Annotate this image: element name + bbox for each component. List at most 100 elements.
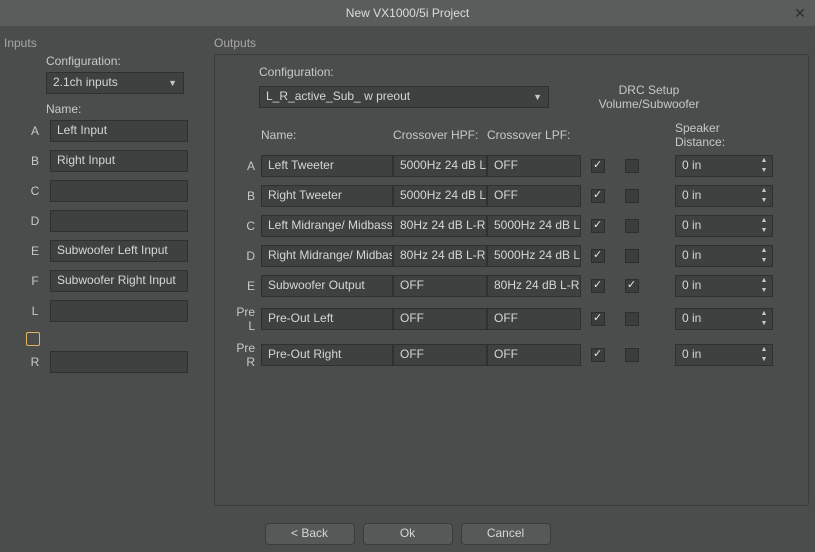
speaker-distance-stepper[interactable]: 0 in ▲ ▼ [675, 215, 773, 237]
input-name-field[interactable]: Subwoofer Right Input [50, 270, 188, 292]
stepper-up-icon[interactable]: ▲ [758, 187, 770, 195]
drc-volume-checkbox[interactable] [591, 312, 605, 326]
drc-subwoofer-checkbox[interactable] [625, 348, 639, 362]
output-channel-label: E [227, 279, 261, 293]
outputs-config-value: L_R_active_Sub_ w preout [266, 89, 410, 103]
link-lr-icon[interactable] [26, 332, 40, 346]
stepper-down-icon[interactable]: ▼ [758, 227, 770, 235]
drc-volume-checkbox[interactable] [591, 219, 605, 233]
drc-volume-checkbox[interactable] [591, 249, 605, 263]
crossover-lpf-field[interactable]: 5000Hz 24 dB L-R [487, 245, 581, 267]
cancel-button[interactable]: Cancel [461, 523, 551, 545]
stepper-down-icon[interactable]: ▼ [758, 257, 770, 265]
crossover-hpf-field[interactable]: 80Hz 24 dB L-R [393, 215, 487, 237]
speaker-distance-value: 0 in [682, 158, 701, 172]
inputs-name-label: Name: [46, 102, 210, 116]
crossover-hpf-field[interactable]: 80Hz 24 dB L-R [393, 245, 487, 267]
input-channel-label: D [24, 214, 46, 228]
crossover-hpf-field[interactable]: OFF [393, 275, 487, 297]
drc-subwoofer-checkbox[interactable] [625, 219, 639, 233]
input-name-field[interactable]: Left Input [50, 120, 188, 142]
drc-subwoofer-checkbox[interactable] [625, 312, 639, 326]
stepper-down-icon[interactable]: ▼ [758, 356, 770, 364]
stepper-up-icon[interactable]: ▲ [758, 247, 770, 255]
stepper-down-icon[interactable]: ▼ [758, 197, 770, 205]
back-button[interactable]: < Back [265, 523, 355, 545]
drc-subwoofer-checkbox[interactable] [625, 249, 639, 263]
stepper-up-icon[interactable]: ▲ [758, 217, 770, 225]
drc-volume-checkbox[interactable] [591, 348, 605, 362]
stepper-up-icon[interactable]: ▲ [758, 310, 770, 318]
output-name-field[interactable]: Right Tweeter [261, 185, 393, 207]
input-row: R [0, 351, 210, 373]
output-name-field[interactable]: Pre-Out Right [261, 344, 393, 366]
input-row: BRight Input [0, 150, 210, 172]
header-hpf: Crossover HPF: [393, 128, 487, 142]
inputs-config-label: Configuration: [46, 54, 210, 68]
input-name-field[interactable] [50, 351, 188, 373]
drc-subwoofer-checkbox[interactable] [625, 159, 639, 173]
speaker-distance-stepper[interactable]: 0 in ▲ ▼ [675, 155, 773, 177]
outputs-config-combo[interactable]: L_R_active_Sub_ w preout ▼ [259, 86, 549, 108]
input-name-field[interactable]: Subwoofer Left Input [50, 240, 188, 262]
speaker-distance-stepper[interactable]: 0 in▲▼ [675, 185, 773, 207]
stepper-down-icon[interactable]: ▼ [758, 320, 770, 328]
output-name-field[interactable]: Subwoofer Output [261, 275, 393, 297]
speaker-distance-stepper[interactable]: 0 in ▲ ▼ [675, 275, 773, 297]
outputs-config-label: Configuration: [259, 65, 796, 79]
output-channel-label: C [227, 219, 261, 233]
input-row: F Subwoofer Right Input [0, 270, 210, 292]
speaker-distance-stepper[interactable]: 0 in ▲ ▼ [675, 308, 773, 330]
input-channel-label: F [24, 274, 46, 288]
crossover-lpf-field[interactable]: OFF [487, 155, 581, 177]
input-name-field[interactable] [50, 210, 188, 232]
stepper-up-icon[interactable]: ▲ [758, 346, 770, 354]
stepper-down-icon[interactable]: ▼ [758, 287, 770, 295]
crossover-lpf-field[interactable]: 80Hz 24 dB L-R [487, 275, 581, 297]
inputs-config-combo[interactable]: 2.1ch inputs ▼ [46, 72, 184, 94]
crossover-hpf-field[interactable]: 5000Hz 24 dB L-R [393, 185, 487, 207]
crossover-hpf-field[interactable]: OFF [393, 344, 487, 366]
output-name-field[interactable]: Right Midrange/ Midbass [261, 245, 393, 267]
drc-volume-checkbox[interactable] [591, 159, 605, 173]
speaker-distance-value: 0 in [682, 218, 701, 232]
output-channel-label: Pre R [227, 341, 261, 369]
speaker-distance-stepper[interactable]: 0 in ▲ ▼ [675, 344, 773, 366]
inputs-panel-label: Inputs [0, 30, 210, 54]
input-name-field[interactable]: Right Input [50, 150, 188, 172]
close-icon[interactable]: ✕ [791, 4, 809, 22]
stepper-up-icon[interactable]: ▲ [758, 157, 770, 165]
crossover-hpf-field[interactable]: OFF [393, 308, 487, 330]
ok-button[interactable]: Ok [363, 523, 453, 545]
header-lpf: Crossover LPF: [487, 128, 581, 142]
crossover-lpf-field[interactable]: 5000Hz 24 dB L-R [487, 215, 581, 237]
crossover-lpf-field[interactable]: OFF [487, 308, 581, 330]
input-row: ESubwoofer Left Input [0, 240, 210, 262]
drc-subwoofer-checkbox[interactable] [625, 189, 639, 203]
outputs-panel-label: Outputs [210, 30, 815, 54]
crossover-lpf-field[interactable]: OFF [487, 344, 581, 366]
inputs-panel: Inputs Configuration: 2.1ch inputs ▼ Nam… [0, 26, 210, 516]
speaker-distance-value: 0 in [682, 311, 701, 325]
output-row: CLeft Midrange/ Midbass80Hz 24 dB L-R500… [227, 215, 796, 237]
output-row: DRight Midrange/ Midbass80Hz 24 dB L-R50… [227, 245, 796, 267]
output-name-field[interactable]: Left Midrange/ Midbass [261, 215, 393, 237]
stepper-down-icon[interactable]: ▼ [758, 167, 770, 175]
input-name-field[interactable] [50, 300, 188, 322]
drc-volume-checkbox[interactable] [591, 279, 605, 293]
header-spd: Speaker Distance: [675, 121, 773, 149]
stepper-up-icon[interactable]: ▲ [758, 277, 770, 285]
input-name-field[interactable] [50, 180, 188, 202]
drc-subwoofer-checkbox[interactable] [625, 279, 639, 293]
speaker-distance-value: 0 in [682, 278, 701, 292]
crossover-lpf-field[interactable]: OFF [487, 185, 581, 207]
output-name-field[interactable]: Pre-Out Left [261, 308, 393, 330]
speaker-distance-stepper[interactable]: 0 in ▲ ▼ [675, 245, 773, 267]
crossover-hpf-field[interactable]: 5000Hz 24 dB L-R [393, 155, 487, 177]
speaker-distance-value: 0 in [682, 248, 701, 262]
input-channel-label: C [24, 184, 46, 198]
drc-volume-checkbox[interactable] [591, 189, 605, 203]
output-name-field[interactable]: Left Tweeter [261, 155, 393, 177]
speaker-distance-value: 0 in [682, 347, 701, 361]
chevron-down-icon: ▼ [168, 78, 177, 88]
